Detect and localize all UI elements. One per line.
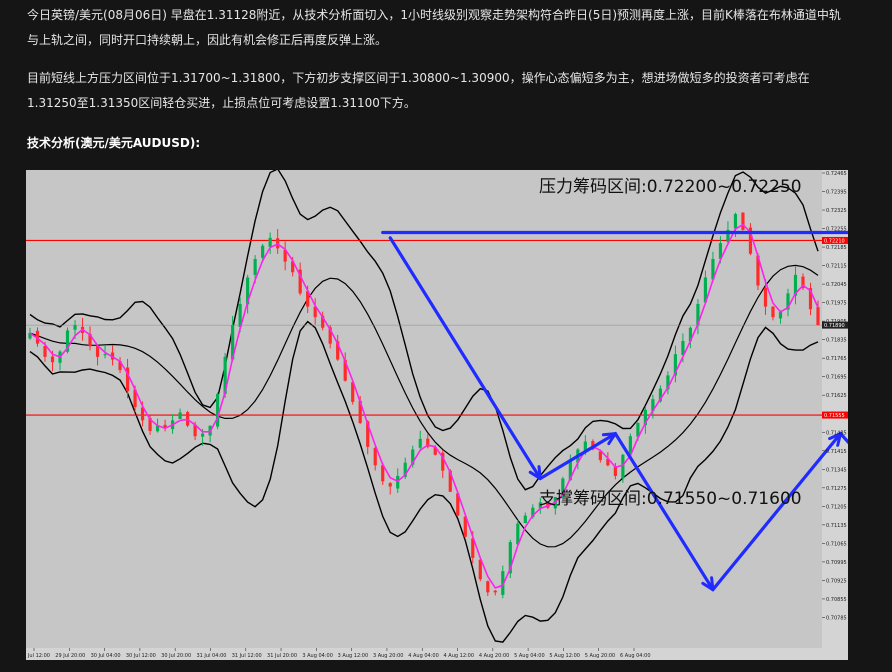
candle-body (216, 393, 220, 427)
y-tick-label: 0.72115 (826, 264, 847, 270)
article-paragraph-2: 目前短线上方压力区间位于1.31700~1.31800，下方初步支撑区间于1.3… (27, 71, 810, 110)
x-tick-label: 3 Aug 20:00 (373, 653, 404, 659)
candle-body (418, 438, 422, 448)
x-tick-label: 31 Jul 20:00 (267, 653, 297, 659)
price-chart-svg: 0.72465 0.72395 0.72325 0.72255 0.72185 0.721… (26, 170, 848, 660)
candle-body (741, 212, 745, 230)
candle-body (396, 475, 400, 489)
y-tick-label: 0.72325 (826, 208, 847, 214)
x-tick-label: 30 Jul 04:00 (91, 653, 121, 659)
y-tick-label: 0.72255 (826, 227, 847, 233)
resistance-price-tag: 0.72210 (824, 238, 845, 244)
candle-body (253, 258, 257, 275)
y-tick-label: 0.71345 (826, 467, 847, 473)
support-annotation: 支撑筹码区间:0.71550~0.71600 (539, 489, 802, 509)
y-tick-label: 0.70855 (826, 597, 847, 603)
x-tick-label: 5 Aug 20:00 (585, 653, 616, 659)
y-tick-label: 0.71205 (826, 504, 847, 510)
candle-body (268, 237, 272, 247)
candle-body (621, 454, 625, 479)
article-paragraph-1: 今日英镑/美元(08月06日) 早盘在1.31128附近，从技术分析面切入，1小… (27, 8, 841, 47)
candle-body (388, 483, 392, 487)
candle-body (95, 346, 100, 357)
section-heading: 技术分析(澳元/美元AUDUSD): (27, 136, 201, 150)
x-tick-label: 4 Aug 20:00 (479, 653, 510, 659)
y-tick-label: 0.71275 (826, 486, 847, 492)
candle-body (778, 311, 783, 319)
candle-body (73, 325, 77, 330)
x-tick-label: 31 Jul 12:00 (232, 653, 262, 659)
y-tick-label: 0.71485 (826, 430, 847, 436)
candle-body (43, 345, 47, 357)
y-tick-label: 0.70995 (826, 560, 847, 566)
y-tick-label: 0.71835 (826, 338, 847, 344)
y-tick-label: 0.72465 (826, 171, 847, 177)
candle-body (613, 467, 617, 476)
candle-body (201, 433, 205, 437)
candle-body (771, 306, 775, 318)
candle-body (763, 287, 768, 307)
x-tick-label: 5 Aug 12:00 (549, 653, 580, 659)
x-tick-label: 6 Aug 04:00 (620, 653, 651, 659)
x-tick-label: 31 Jul 04:00 (196, 653, 226, 659)
y-tick-label: 0.71695 (826, 375, 847, 381)
candle-body (373, 447, 377, 466)
x-tick-label: 4 Aug 04:00 (408, 653, 439, 659)
candle-body (50, 356, 55, 363)
x-tick-label: 3 Aug 12:00 (338, 653, 369, 659)
y-tick-label: 0.71975 (826, 301, 847, 307)
current-price-tag: 0.71890 (824, 323, 845, 329)
x-tick-label: 5 Aug 04:00 (514, 653, 545, 659)
candle-body (493, 590, 497, 593)
x-tick-label: 29 Jul 20:00 (55, 653, 85, 659)
candle-body (523, 515, 527, 524)
candle-body (103, 354, 107, 356)
candle-body (628, 436, 632, 454)
y-tick-label: 0.71765 (826, 356, 847, 362)
candle-body (733, 214, 738, 229)
candle-body (178, 412, 182, 419)
candle-body (486, 581, 490, 593)
y-tick-label: 0.71625 (826, 393, 847, 399)
price-chart: 0.72465 0.72395 0.72325 0.72255 0.72185 0.721… (26, 170, 848, 660)
x-tick-label: 28 Jul 12:00 (26, 653, 50, 659)
support-price-tag: 0.71555 (824, 413, 845, 419)
y-tick-label: 0.71065 (826, 541, 847, 547)
y-tick-label: 0.72185 (826, 245, 847, 251)
resistance-annotation: 压力筹码区间:0.72200~0.72250 (539, 177, 802, 197)
candle-body (261, 245, 265, 258)
x-tick-label: 30 Jul 20:00 (161, 653, 191, 659)
y-tick-label: 0.71415 (826, 449, 847, 455)
y-tick-label: 0.70785 (826, 615, 847, 621)
x-tick-label: 4 Aug 12:00 (444, 653, 475, 659)
candle-body (816, 307, 820, 326)
y-tick-label: 0.70925 (826, 578, 847, 584)
y-tick-label: 0.72045 (826, 282, 847, 288)
x-tick-label: 3 Aug 04:00 (302, 653, 333, 659)
y-tick-label: 0.72395 (826, 190, 847, 196)
y-tick-label: 0.71135 (826, 523, 847, 529)
x-tick-label: 30 Jul 12:00 (126, 653, 156, 659)
